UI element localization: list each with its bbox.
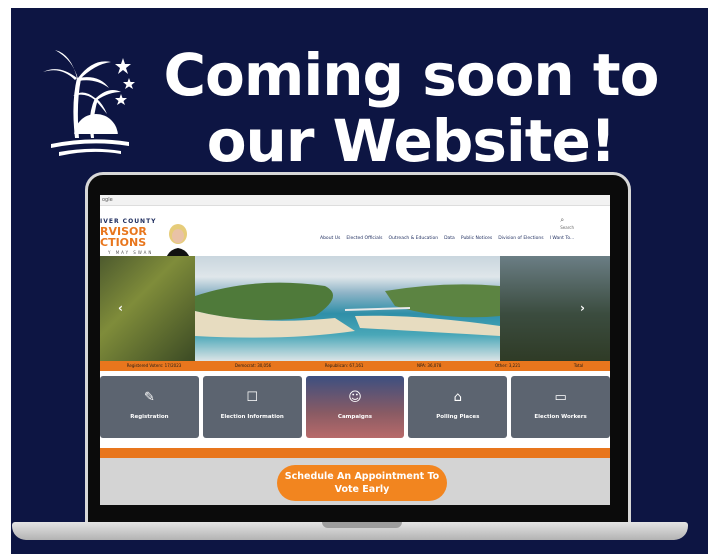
brand-elections: CTIONS [100,236,147,249]
stat-republican: Republican: 67,161 [324,363,364,368]
nav-public-notices[interactable]: Public Notices [461,236,492,241]
voter-stats-bar: Registered Voters: 17/2023 Democrat: 30,… [100,361,610,371]
tile-polling-places[interactable]: ⌂ Polling Places [408,376,508,438]
carousel-next-arrow[interactable]: › [580,301,585,315]
nav-outreach-education[interactable]: Outreach & Education [389,236,439,241]
stat-total: Total [573,363,584,368]
hero-carousel: ‹ › [100,256,610,361]
id-card-icon: ▭ [554,390,567,405]
laptop-notch [322,522,402,528]
tile-label: Polling Places [436,414,480,420]
cta-line-2: Vote Early [334,484,390,495]
polling-place-icon: ⌂ [453,390,462,405]
tile-election-information[interactable]: ☐ Election Information [202,376,302,438]
nav-i-want-to[interactable]: I Want To... [550,236,575,241]
stat-democrat: Democrat: 30,056 [234,363,272,368]
campaign-people-icon: ☺ [348,390,362,405]
stat-registered: Registered Voters: 17/2023 [126,363,182,368]
nav-data[interactable]: Data [444,236,455,241]
brand-county: IVER COUNTY [100,218,157,225]
carousel-slide-previous [100,256,195,361]
tile-registration[interactable]: ✎ Registration [100,376,199,438]
carousel-slide-next [500,256,610,361]
registration-icon: ✎ [143,390,155,405]
laptop-base [12,522,688,540]
nav-division-of-elections[interactable]: Division of Elections [498,236,543,241]
headline-line-2: our Website! [206,107,617,175]
stat-other: Other: 3,221 [494,363,521,368]
search-icon: ⌕ [560,216,565,224]
cta-section: Schedule An Appointment To Vote Early [100,458,610,505]
search-label: Search [560,225,574,230]
site-header: IVER COUNTY RVISOR CTIONS Y MAY SWAN Abo… [100,206,610,266]
tile-election-workers[interactable]: ▭ Election Workers [511,376,610,438]
inlet-aerial-photo [195,282,500,338]
brand-name: Y MAY SWAN [108,250,154,255]
tile-campaigns[interactable]: ☺ Campaigns [305,376,405,438]
schedule-appointment-button[interactable]: Schedule An Appointment To Vote Early [277,465,447,501]
tile-label: Campaigns [337,414,373,420]
tile-label: Election Information [220,414,284,420]
stat-npa: NPA: 36,078 [416,363,442,368]
tile-label: Election Workers [534,414,587,420]
search-button[interactable]: ⌕ Search [560,216,574,230]
palm-tree-sunset-icon [41,50,141,158]
headline-line-1: Coming soon to [163,41,659,109]
carousel-prev-arrow[interactable]: ‹ [118,301,123,315]
cta-line-1: Schedule An Appointment To [284,471,440,482]
orange-divider [100,448,610,458]
ballot-box-icon: ☐ [246,390,259,405]
nav-elected-officials[interactable]: Elected Officials [346,236,382,241]
website-screen: ogle IVER COUNTY RVISOR CTIONS Y MAY SWA… [100,195,610,505]
browser-bookmark-bar: ogle [100,195,610,206]
page-title: Coming soon to our Website! [161,42,661,174]
carousel-slide-current [195,256,500,361]
nav-about-us[interactable]: About Us [320,236,340,241]
quick-links: ✎ Registration ☐ Election Information ☺ … [100,371,610,446]
tile-label: Registration [130,414,169,420]
main-nav: About Us Elected Officials Outreach & Ed… [320,236,574,241]
